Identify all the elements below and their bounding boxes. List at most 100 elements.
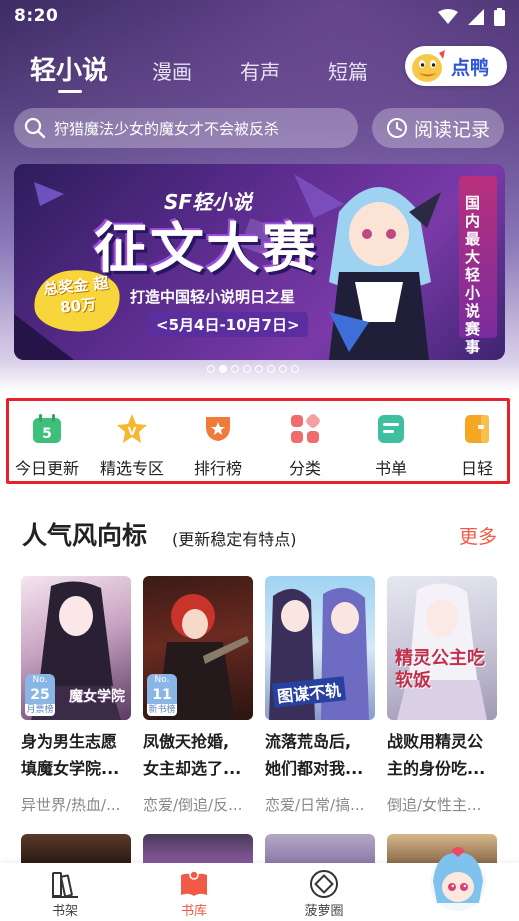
banner-pagination (207, 365, 299, 373)
status-bar: 8:20 (0, 0, 519, 34)
nav-label: 书库 (180, 904, 207, 919)
book-tags: 异世界/热血/... (21, 796, 121, 814)
search-placeholder: 狩猎魔法少女的魔女才不会被反杀 (54, 119, 280, 138)
trophy-icon (202, 413, 234, 445)
banner-side-flag: 国内最大轻小说赛事 (459, 176, 497, 356)
book-title-line1: 身为男生志愿 (21, 732, 118, 751)
book-card[interactable]: No. 11 新书榜 凤傲天抢婚, 女主却选了... 恋爱/倒追/反... (143, 576, 253, 815)
book-title-line2: 填魔女学院... (21, 759, 120, 778)
nav-library[interactable]: 书库 (154, 869, 234, 919)
book-title-line2: 女主却选了... (143, 759, 242, 778)
library-icon (179, 869, 209, 899)
banner-title: 征文大赛 (94, 217, 318, 280)
hero-header: 8:20 轻小说 漫画 有声 短篇 点鸭 狩猎魔法少女的魔女才不会被反杀 阅读记… (0, 0, 519, 392)
pagination-dot[interactable] (243, 365, 251, 373)
mascot-avatar[interactable] (427, 843, 489, 915)
book-card[interactable]: 精灵公主吃软饭 战败用精灵公 主的身份吃... 倒追/女性主... (387, 576, 497, 815)
rank-badge-number: 11 (147, 686, 177, 704)
cover-title-text: 精灵公主吃软饭 (395, 648, 485, 691)
book-cover: No. 11 新书榜 (143, 576, 253, 720)
book-tags: 倒追/女性主... (387, 796, 482, 814)
book-tags: 恋爱/日常/搞... (265, 796, 365, 814)
duck-button-label: 点鸭 (451, 56, 490, 79)
bookshelf-icon (50, 869, 80, 899)
banner-character (309, 172, 445, 360)
book-cover: 魔女学院 No. 25 月票榜 (21, 576, 131, 720)
tab-light-novel[interactable]: 轻小说 (30, 50, 108, 87)
quick-entry-label: 书单 (374, 459, 407, 478)
rank-badge-list: 月票榜 (25, 704, 55, 716)
pagination-dot[interactable] (267, 365, 275, 373)
v-star-icon: V (116, 413, 148, 445)
quick-entry-today-update[interactable]: 5 今日更新 (7, 413, 87, 479)
rank-badge-prefix: No. (25, 674, 55, 686)
search-icon (24, 117, 46, 139)
quick-entry-label: 精选专区 (99, 459, 164, 478)
pagination-dot[interactable] (279, 365, 287, 373)
book-cover-peek[interactable] (265, 834, 375, 864)
quick-entry-japanese-novels[interactable]: 日轻 (437, 413, 517, 479)
quick-entry-ranking[interactable]: 排行榜 (178, 413, 258, 479)
quick-entry-label: 分类 (288, 459, 321, 478)
prize-text: 总奖金 超80万 (42, 273, 110, 317)
pagination-dot[interactable] (255, 365, 263, 373)
book-title-line1: 流落荒岛后, (265, 732, 352, 751)
book-cover-peek[interactable] (21, 834, 131, 864)
svg-text:V: V (128, 425, 137, 438)
nav-label: 菠萝圈 (304, 904, 344, 919)
quick-entry-category[interactable]: 分类 (265, 413, 345, 479)
nav-label: 书架 (51, 904, 78, 919)
book-title-line2: 她们都对我... (265, 759, 364, 778)
search-input[interactable]: 狩猎魔法少女的魔女才不会被反杀 (14, 108, 358, 148)
battery-icon (494, 8, 505, 26)
rank-badge: No. 11 新书榜 (147, 674, 177, 716)
book-title-line2: 主的身份吃... (387, 759, 486, 778)
rank-badge: No. 25 月票榜 (25, 674, 55, 716)
banner-date: <5月4日-10月7日> (148, 312, 308, 337)
nav-pineapple-circle[interactable]: 菠萝圈 (284, 869, 364, 919)
book-cover: 图谋不轨 (265, 576, 375, 720)
cover-title-text: 魔女学院 (69, 689, 125, 705)
bottom-nav: 书架 书库 菠萝圈 (0, 847, 519, 921)
reading-history-label: 阅读记录 (413, 118, 490, 141)
banner-subtitle: 打造中国轻小说明日之星 (130, 288, 296, 306)
tab-comics[interactable]: 漫画 (152, 56, 192, 85)
signal-icon (468, 9, 484, 25)
rank-badge-list: 新书榜 (147, 704, 177, 716)
pagination-dot[interactable] (219, 365, 227, 373)
book-title-line1: 凤傲天抢婚, (143, 732, 230, 751)
section-title: 人气风向标 (22, 521, 148, 550)
section-more-link[interactable]: 更多 (459, 522, 497, 549)
book-card[interactable]: 魔女学院 No. 25 月票榜 身为男生志愿 填魔女学院... 异世界/热血/.… (21, 576, 131, 815)
svg-text:5: 5 (42, 426, 52, 442)
clock-icon (386, 118, 407, 138)
quick-entry-label: 日轻 (460, 459, 493, 478)
booklist-icon (375, 413, 407, 445)
section-subtitle: (更新稳定有特点) (172, 530, 297, 549)
pagination-dot[interactable] (291, 365, 299, 373)
book-cover: 精灵公主吃软饭 (387, 576, 497, 720)
pineapple-icon (309, 869, 339, 899)
category-icon (289, 413, 321, 445)
rank-badge-prefix: No. (147, 674, 177, 686)
book-cover-peek[interactable] (143, 834, 253, 864)
quick-entry-label: 今日更新 (14, 459, 79, 478)
quick-entry-label: 排行榜 (193, 459, 242, 478)
banner-side-text: 国内最大轻小说赛事 (465, 194, 481, 356)
status-time: 8:20 (14, 6, 59, 26)
tab-short-story[interactable]: 短篇 (328, 56, 368, 85)
quick-entry-booklist[interactable]: 书单 (351, 413, 431, 479)
promo-banner[interactable]: SF轻小说 征文大赛 打造中国轻小说明日之星 <5月4日-10月7日> 总奖金 … (14, 164, 505, 360)
nav-bookshelf[interactable]: 书架 (25, 869, 105, 919)
pagination-dot[interactable] (207, 365, 215, 373)
book-icon (461, 413, 493, 445)
reading-history-button[interactable]: 阅读记录 (372, 108, 504, 148)
duck-icon (412, 50, 445, 82)
status-icons (438, 8, 505, 26)
book-card[interactable]: 图谋不轨 流落荒岛后, 她们都对我... 恋爱/日常/搞... (265, 576, 375, 815)
quick-entry-featured[interactable]: V 精选专区 (92, 413, 172, 479)
quick-entry-row: 5 今日更新 V 精选专区 排行榜 分类 书单 日轻 (6, 398, 510, 484)
duck-button[interactable]: 点鸭 (405, 46, 507, 86)
pagination-dot[interactable] (231, 365, 239, 373)
tab-audio[interactable]: 有声 (240, 56, 280, 85)
